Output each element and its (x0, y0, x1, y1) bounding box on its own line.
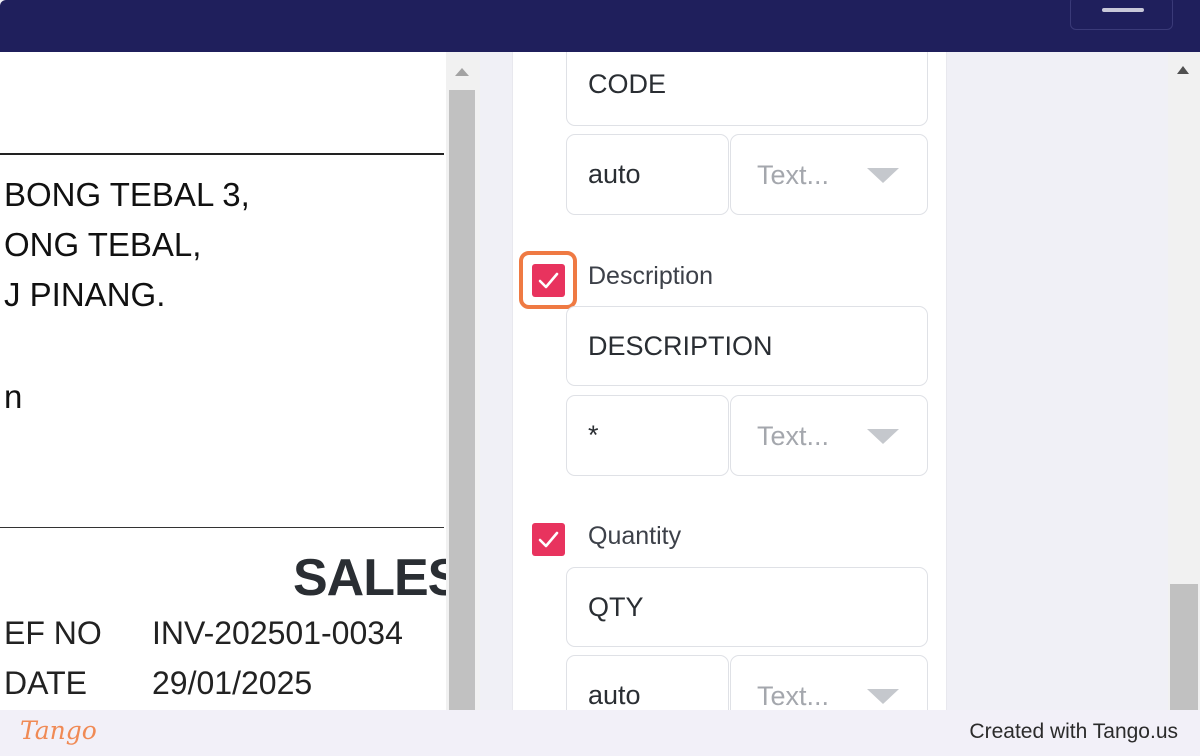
scroll-up-icon[interactable] (455, 68, 469, 76)
menu-button[interactable] (1070, 0, 1173, 30)
column-settings-panel: CODE auto Text... Description DESCRIPTIO… (512, 52, 947, 710)
divider (0, 153, 444, 155)
quantity-checkbox[interactable] (532, 523, 565, 556)
quantity-align-select[interactable]: Text... (730, 655, 928, 710)
address-line-4: n (4, 378, 23, 415)
description-width-value: * (588, 420, 599, 450)
checkmark-icon (538, 272, 559, 289)
date-label: DATE (4, 665, 87, 701)
footer: Tango Created with Tango.us (0, 710, 1200, 756)
code-align-placeholder: Text... (757, 160, 830, 190)
description-align-select[interactable]: Text... (730, 395, 928, 476)
document-title: SALES (293, 549, 446, 607)
ref-no-value: INV-202501-0034 (152, 615, 403, 651)
scroll-up-icon[interactable] (1177, 66, 1189, 74)
description-header-value: DESCRIPTION (588, 331, 773, 361)
description-checkbox[interactable] (532, 264, 565, 297)
code-header-value: CODE (588, 69, 667, 99)
hamburger-icon (1102, 8, 1144, 12)
checkmark-icon (538, 531, 559, 548)
chevron-down-icon (867, 689, 899, 704)
top-bar (0, 0, 1200, 52)
quantity-width-value: auto (588, 680, 641, 710)
description-width-input[interactable]: * (566, 395, 729, 476)
quantity-header-value: QTY (588, 592, 644, 622)
tango-logo: Tango (20, 716, 97, 745)
address-line-1: BONG TEBAL 3, (4, 176, 250, 213)
preview-scrollbar[interactable] (446, 52, 480, 720)
quantity-align-placeholder: Text... (757, 681, 830, 710)
quantity-label: Quantity (588, 522, 682, 550)
scrollbar-thumb[interactable] (1170, 584, 1198, 714)
description-align-placeholder: Text... (757, 421, 830, 451)
code-width-value: auto (588, 159, 641, 189)
date-value: 29/01/2025 (152, 665, 313, 701)
address-line-2: ONG TEBAL, (4, 226, 202, 263)
scrollbar-thumb[interactable] (449, 90, 475, 720)
gutter (480, 52, 512, 710)
ref-no-label: EF NO (4, 615, 102, 651)
invoice-preview: BONG TEBAL 3, ONG TEBAL, J PINANG. n SAL… (0, 52, 446, 710)
chevron-down-icon (867, 429, 899, 444)
quantity-width-input[interactable]: auto (566, 655, 729, 710)
code-width-input[interactable]: auto (566, 134, 729, 215)
code-header-input[interactable]: CODE (566, 52, 928, 126)
chevron-down-icon (867, 168, 899, 183)
address-line-3: J PINANG. (4, 276, 166, 313)
footer-credit: Created with Tango.us (969, 720, 1178, 743)
panel-scrollbar[interactable] (1168, 52, 1200, 714)
description-header-input[interactable]: DESCRIPTION (566, 306, 928, 386)
code-align-select[interactable]: Text... (730, 134, 928, 215)
divider (0, 527, 444, 528)
description-label: Description (588, 262, 714, 290)
panel-background (947, 52, 1168, 710)
quantity-header-input[interactable]: QTY (566, 567, 928, 647)
